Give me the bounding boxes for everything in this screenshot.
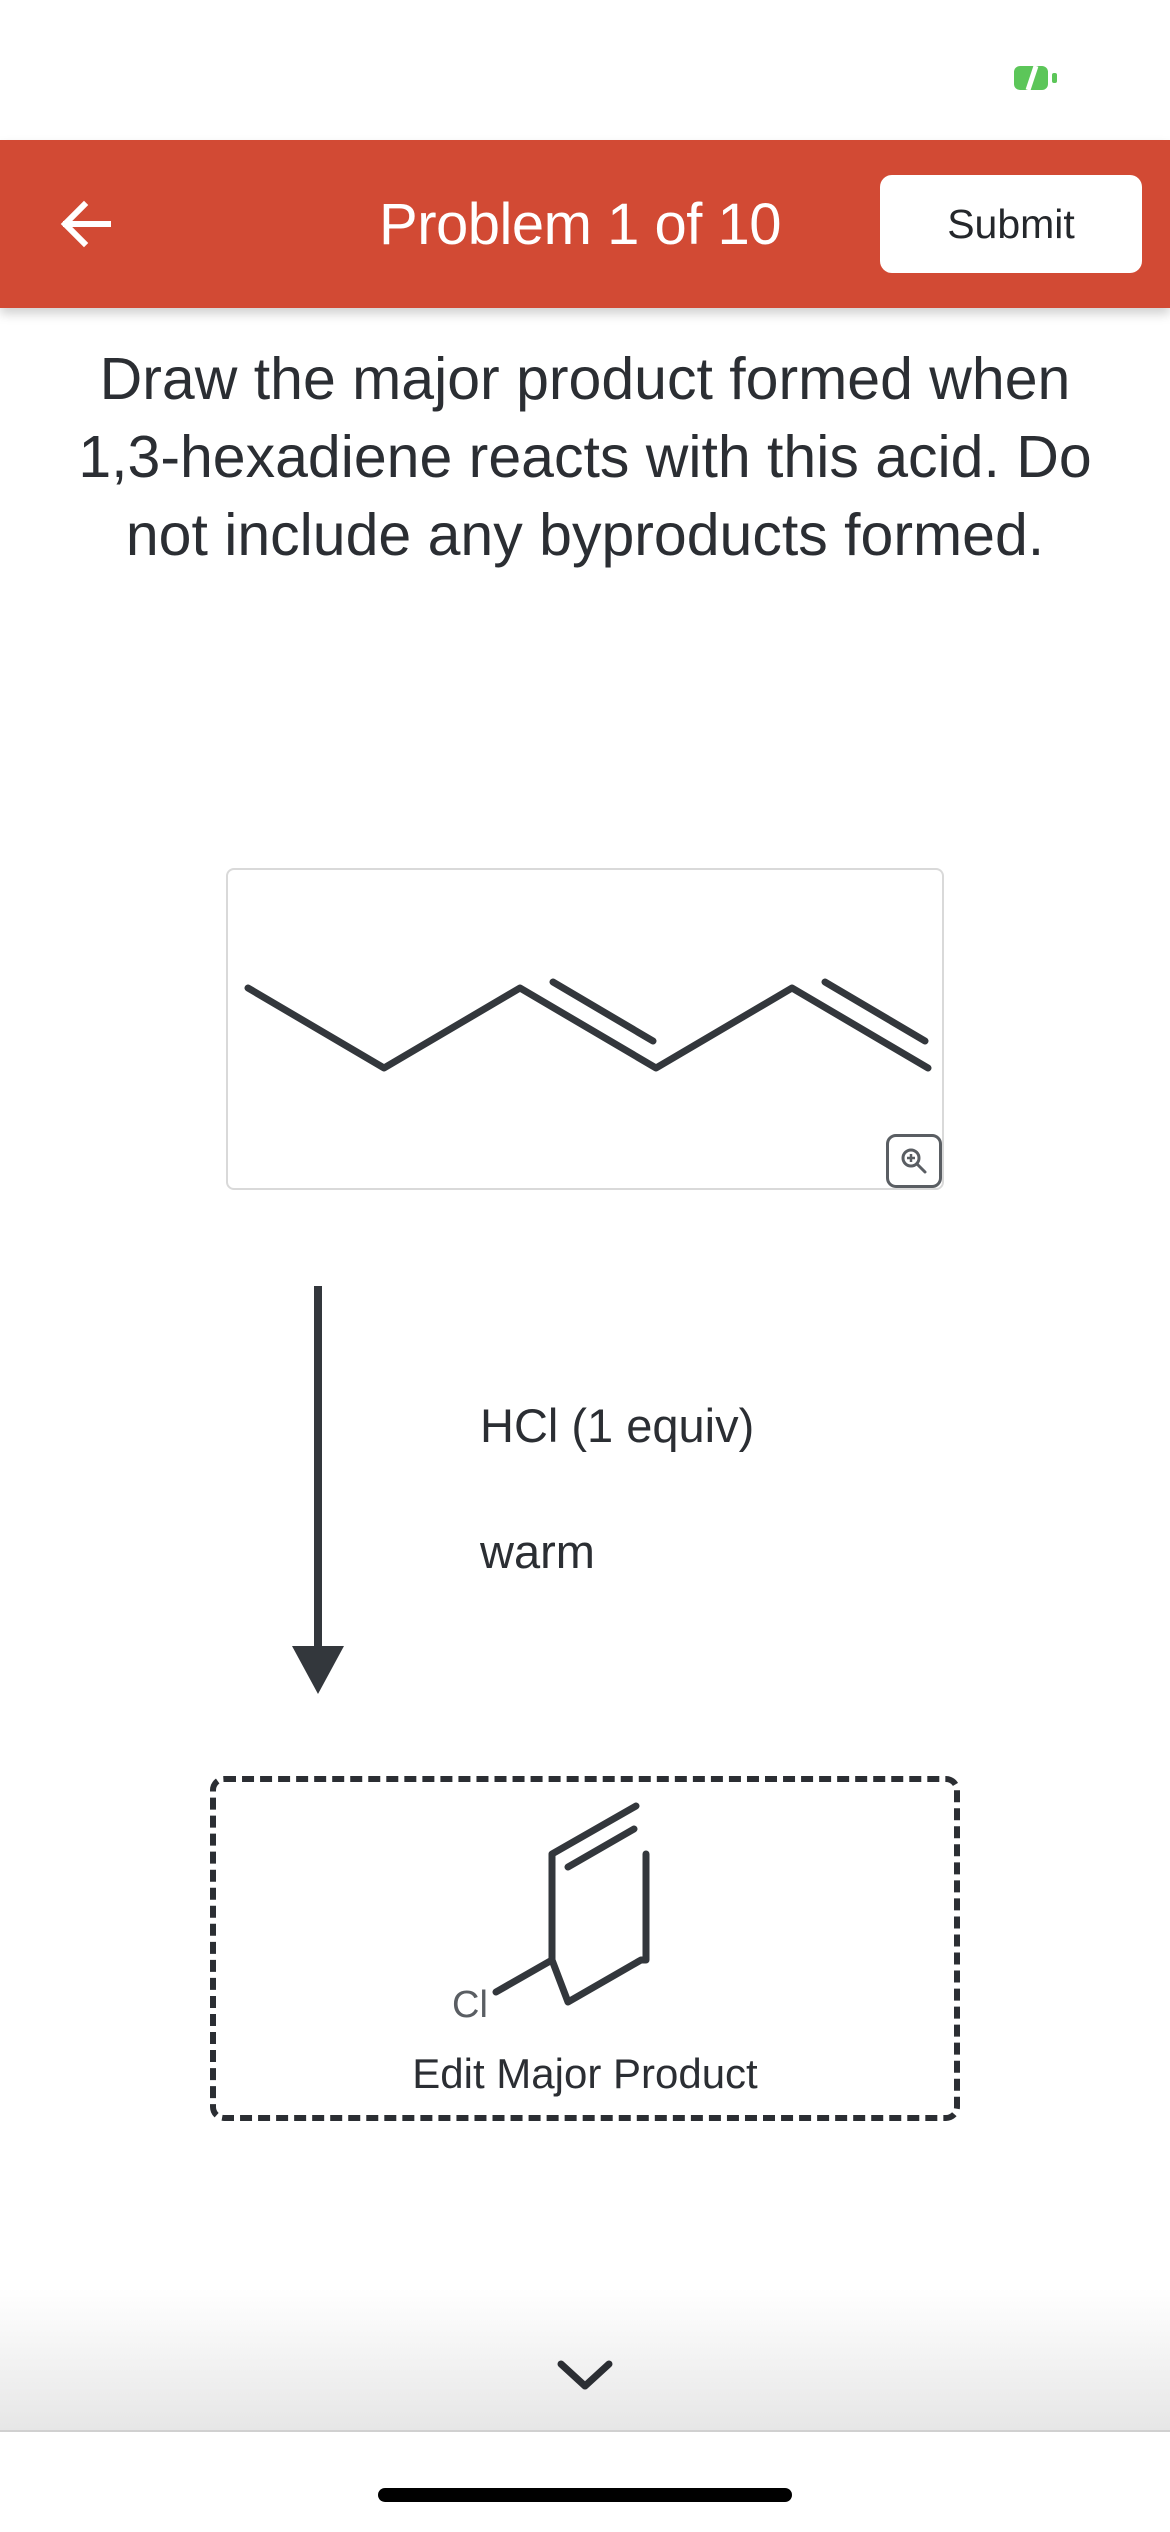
back-button[interactable]	[44, 182, 128, 266]
reagent-hcl: HCl (1 equiv)	[480, 1399, 755, 1452]
divider	[0, 2430, 1170, 2432]
product-drawing-box[interactable]: Cl Edit Major Product	[210, 1776, 960, 2121]
submit-button[interactable]: Submit	[880, 175, 1142, 273]
bottom-panel	[0, 2288, 1170, 2432]
product-chlorine-label: Cl	[452, 1984, 488, 2026]
arrow-left-icon	[60, 200, 111, 248]
arrow-down-icon	[292, 1286, 344, 1694]
problem-screen: Problem 1 of 10 Submit Draw the major pr…	[0, 0, 1170, 2532]
collapse-button[interactable]	[550, 2350, 620, 2400]
zoom-button[interactable]	[886, 1134, 942, 1188]
status-bar	[0, 0, 1170, 140]
battery-charging-icon	[1014, 65, 1057, 91]
chevron-down-icon	[557, 2360, 613, 2390]
edit-major-product-button[interactable]: Edit Major Product	[216, 2050, 954, 2098]
problem-title: Problem 1 of 10	[379, 191, 781, 257]
problem-header: Problem 1 of 10 Submit	[0, 140, 1170, 308]
question-text: Draw the major product formed when 1,3-h…	[78, 346, 1092, 568]
reactant-structure-box[interactable]	[226, 868, 944, 1190]
zoom-in-icon	[901, 1148, 927, 1174]
home-indicator[interactable]	[378, 2488, 792, 2502]
reactant-molecule	[244, 978, 932, 1072]
reagent-condition: warm	[480, 1525, 595, 1578]
